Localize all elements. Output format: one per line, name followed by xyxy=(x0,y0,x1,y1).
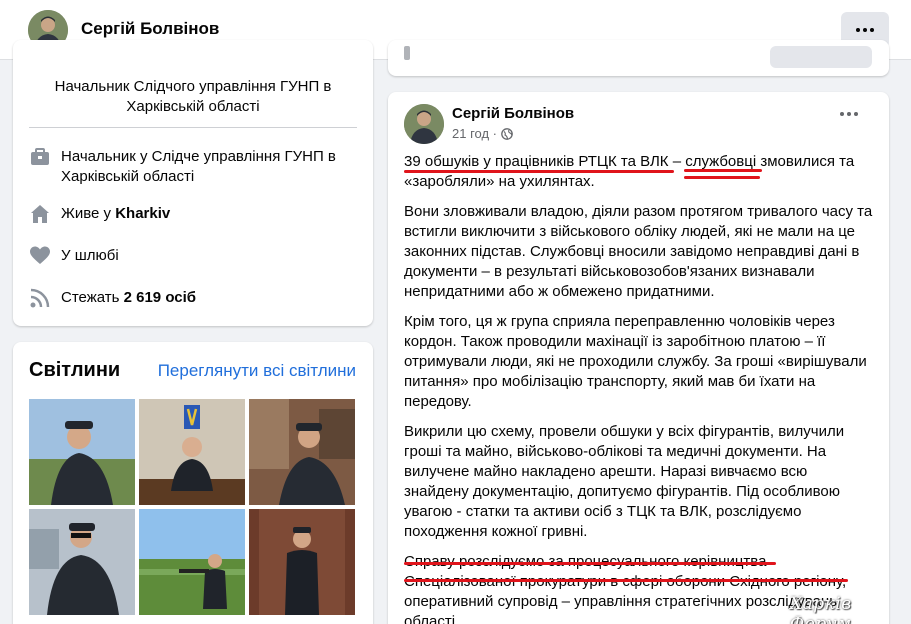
post-author-name[interactable]: Сергій Болвінов xyxy=(452,105,574,122)
followers-rss-icon xyxy=(30,288,50,308)
photo-thumbnail[interactable] xyxy=(139,509,245,615)
post-timestamp[interactable]: 21 год · xyxy=(452,126,513,141)
home-icon xyxy=(31,205,49,223)
intro-relationship-text: У шлюбі xyxy=(61,247,119,264)
previous-card xyxy=(388,40,889,76)
intro-card: Начальник Слідчого управління ГУНП в Хар… xyxy=(13,40,373,326)
profile-name[interactable]: Сергій Болвінов xyxy=(81,19,219,39)
red-underline-annotation xyxy=(404,170,674,173)
post-card: Сергій Болвінов 21 год · 39 обшуків у пр… xyxy=(388,92,889,624)
intro-work-text: Начальник у Слідче управління ГУНП в Хар… xyxy=(61,148,336,185)
intro-lives-text: Живе у Kharkiv xyxy=(61,204,351,224)
photos-card: Світлини Переглянути всі світлини xyxy=(13,342,373,624)
post-paragraph: Вони зловживали владою, діяли разом прот… xyxy=(404,203,873,300)
red-underline-annotation xyxy=(404,579,848,582)
red-underline-annotation xyxy=(684,169,762,172)
globe-icon xyxy=(501,127,513,140)
red-underline-annotation xyxy=(684,176,760,179)
briefcase-icon xyxy=(31,148,49,165)
more-icon xyxy=(840,112,858,116)
divider xyxy=(29,127,357,128)
intro-work-row: Начальник у Слідче управління ГУНП в Хар… xyxy=(29,147,351,187)
heart-icon xyxy=(30,246,50,264)
post-author-avatar[interactable] xyxy=(404,104,444,144)
photo-thumbnail[interactable] xyxy=(249,399,355,505)
photos-title: Світлини xyxy=(29,359,121,381)
photo-thumbnail[interactable] xyxy=(29,509,135,615)
intro-bio: Начальник Слідчого управління ГУНП в Хар… xyxy=(54,78,332,115)
photo-thumbnail[interactable] xyxy=(29,399,135,505)
intro-followers-text: Стежать 2 619 осіб xyxy=(61,288,351,308)
post-paragraph: Викрили цю схему, провели обшуки у всіх … xyxy=(404,423,845,540)
red-underline-annotation xyxy=(404,562,776,565)
lives-city-link[interactable]: Kharkiv xyxy=(115,205,170,222)
post-more-button[interactable] xyxy=(840,112,858,116)
post-time-text: 21 год · xyxy=(452,126,497,141)
lives-prefix: Живе у xyxy=(61,205,116,222)
post-body: 39 обшуків у працівників РТЦК та ВЛК – с… xyxy=(404,152,874,624)
followers-count-link[interactable]: 2 619 осіб xyxy=(124,289,196,306)
see-all-photos-link[interactable]: Переглянути всі світлини xyxy=(158,361,356,381)
intro-relationship-row: У шлюбі xyxy=(29,246,351,267)
more-icon xyxy=(856,28,874,32)
intro-followers-row: Стежать 2 619 осіб xyxy=(29,288,351,309)
photo-thumbnail[interactable] xyxy=(139,399,245,505)
followers-prefix: Стежать xyxy=(61,289,124,306)
post-paragraph: Крім того, ця ж група сприяла переправле… xyxy=(404,313,867,410)
previous-card-button[interactable] xyxy=(770,46,872,68)
photo-thumbnail[interactable] xyxy=(249,509,355,615)
intro-lives-row: Живе у Kharkiv xyxy=(29,204,351,225)
stub-marker xyxy=(404,46,410,60)
watermark: Харків Форум xyxy=(790,594,852,624)
